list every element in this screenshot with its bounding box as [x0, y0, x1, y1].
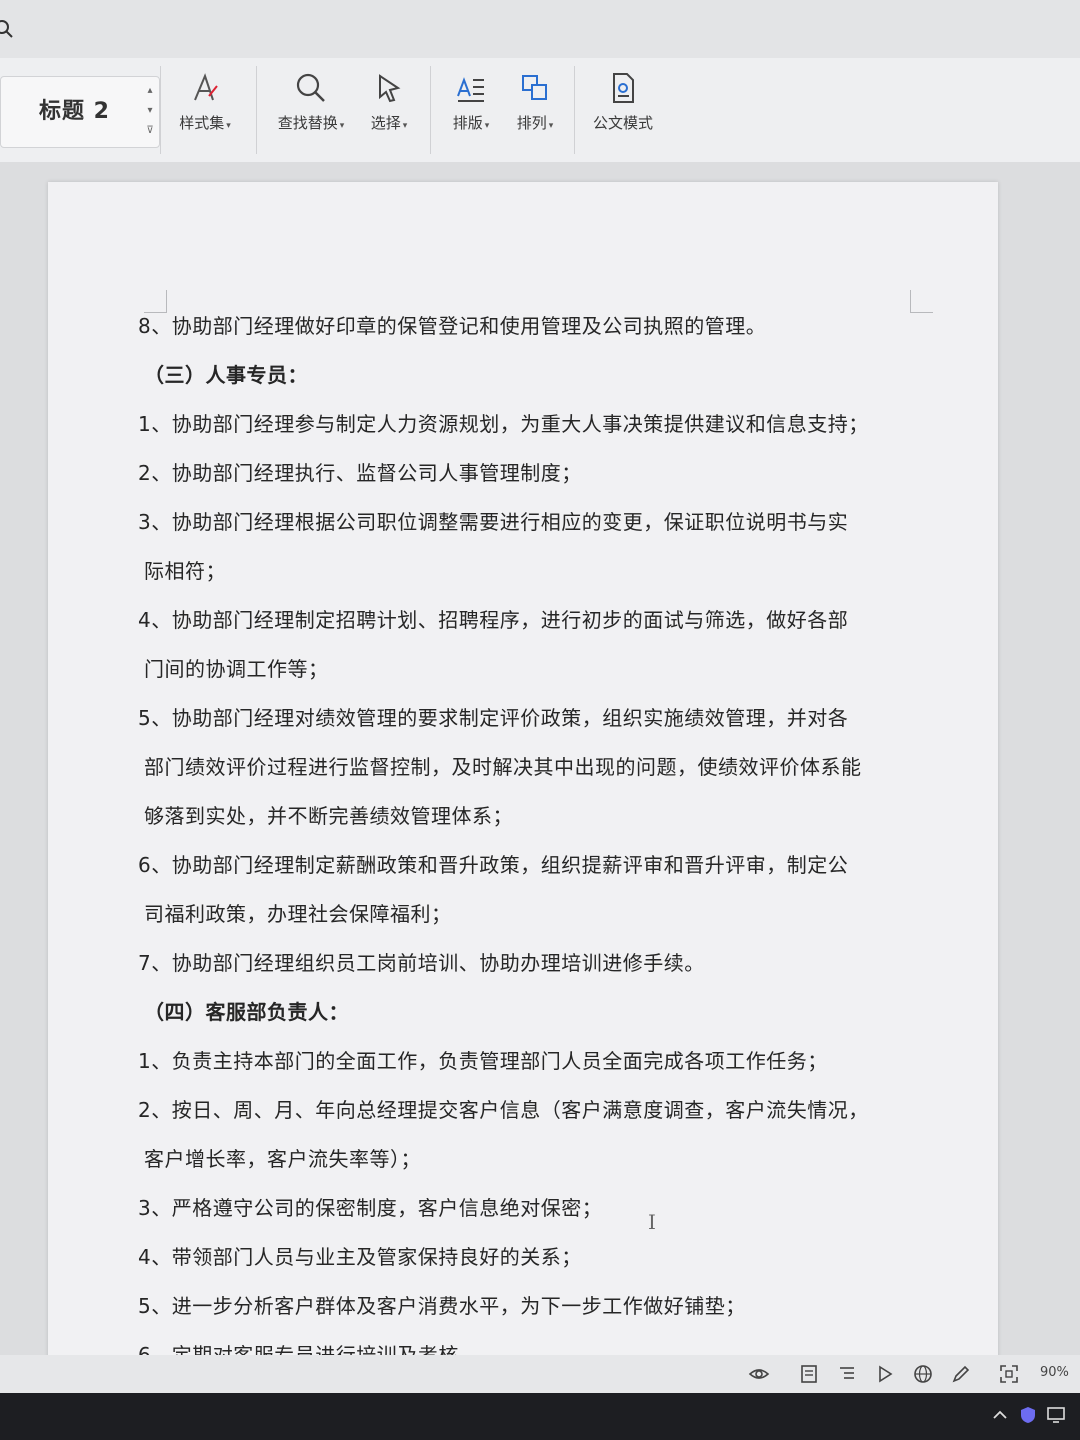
- style-set-icon: [194, 73, 218, 101]
- document-mode-icon: [613, 73, 634, 103]
- paragraph-line: 7、协助部门经理组织员工岗前培训、协助办理培训进修手续。: [138, 951, 705, 975]
- document-workspace: 8、协助部门经理做好印章的保管登记和使用管理及公司执照的管理。 （三）人事专员：…: [0, 162, 1080, 1382]
- os-taskbar: [0, 1393, 1080, 1440]
- paragraph-line: 5、进一步分析客户群体及客户消费水平，为下一步工作做好铺垫；: [138, 1294, 746, 1318]
- web-icon[interactable]: [912, 1363, 934, 1385]
- find-replace-button[interactable]: 查找替换 ▾: [270, 70, 352, 133]
- paragraph-line: 门间的协调工作等；: [144, 657, 329, 681]
- layout-button[interactable]: 排版 ▾: [444, 70, 498, 133]
- status-bar: 90%: [0, 1355, 1080, 1393]
- paragraph-line: 客户增长率，客户流失率等）；: [144, 1147, 421, 1171]
- section-heading: （四）客服部负责人：: [144, 1000, 349, 1024]
- monitor-icon[interactable]: [1046, 1405, 1066, 1425]
- paragraph-line: 8、协助部门经理做好印章的保管登记和使用管理及公司执照的管理。: [138, 314, 767, 338]
- fit-icon[interactable]: [998, 1363, 1020, 1385]
- style-set-label: 样式集: [179, 114, 225, 132]
- shield-icon[interactable]: [1018, 1405, 1038, 1425]
- title-strip: [0, 0, 1080, 58]
- chevron-up-icon[interactable]: [990, 1405, 1010, 1425]
- document-body[interactable]: 8、协助部门经理做好印章的保管登记和使用管理及公司执照的管理。 （三）人事专员：…: [138, 302, 928, 1380]
- style-gallery-scroll[interactable]: ▴ ▾ ⊽: [145, 81, 155, 143]
- paragraph-line: 3、协助部门经理根据公司职位调整需要进行相应的变更，保证职位说明书与实: [138, 510, 849, 534]
- select-cursor-icon: [379, 74, 401, 103]
- arrange-button[interactable]: 排列 ▾: [508, 70, 562, 133]
- paragraph-line: 2、协助部门经理执行、监督公司人事管理制度；: [138, 461, 582, 485]
- zoom-level[interactable]: 90%: [1040, 1365, 1069, 1380]
- paragraph-line: 5、协助部门经理对绩效管理的要求制定评价政策，组织实施绩效管理，并对各: [138, 706, 849, 730]
- search-icon[interactable]: [0, 18, 16, 40]
- layout-label: 排版: [452, 114, 483, 132]
- play-icon[interactable]: [874, 1363, 896, 1385]
- ribbon-divider: [430, 66, 431, 154]
- arrange-label: 排列: [516, 114, 547, 132]
- outline-icon[interactable]: [836, 1363, 858, 1385]
- ribbon-divider: [160, 66, 161, 154]
- find-replace-label: 查找替换: [277, 114, 338, 132]
- document-page[interactable]: 8、协助部门经理做好印章的保管登记和使用管理及公司执照的管理。 （三）人事专员：…: [48, 182, 998, 1382]
- paragraph-line: 际相符；: [144, 559, 226, 583]
- style-gallery[interactable]: 标题 2 ▴ ▾ ⊽: [0, 76, 160, 148]
- paragraph-line: 部门绩效评价过程进行监督控制，及时解决其中出现的问题，使绩效评价体系能: [144, 755, 862, 779]
- paragraph-line: 3、严格遵守公司的保密制度，客户信息绝对保密；: [138, 1196, 603, 1220]
- ibeam-cursor: I: [648, 1210, 656, 1234]
- section-heading: （三）人事专员：: [144, 363, 308, 387]
- paragraph-line: 1、负责主持本部门的全面工作，负责管理部门人员全面完成各项工作任务；: [138, 1049, 828, 1073]
- paragraph-line: 够落到实处，并不断完善绩效管理体系；: [144, 804, 513, 828]
- pen-icon[interactable]: [950, 1363, 972, 1385]
- select-button[interactable]: 选择 ▾: [362, 70, 416, 133]
- search-icon: [296, 73, 325, 102]
- paragraph-line: 司福利政策，办理社会保障福利；: [144, 902, 452, 926]
- arrange-icon: [522, 75, 547, 100]
- page-view-icon[interactable]: [798, 1363, 820, 1385]
- paragraph-line: 2、按日、周、月、年向总经理提交客户信息（客户满意度调查，客户流失情况，: [138, 1098, 869, 1122]
- current-style-name: 标题 2: [39, 99, 110, 124]
- document-mode-label: 公文模式: [592, 114, 653, 132]
- select-label: 选择: [370, 114, 401, 132]
- style-set-button[interactable]: 样式集 ▾: [172, 70, 238, 133]
- layout-icon: [457, 77, 484, 102]
- paragraph-line: 1、协助部门经理参与制定人力资源规划，为重大人事决策提供建议和信息支持；: [138, 412, 869, 436]
- eye-icon[interactable]: [748, 1363, 770, 1385]
- ribbon-divider: [574, 66, 575, 154]
- paragraph-line: 4、带领部门人员与业主及管家保持良好的关系；: [138, 1245, 582, 1269]
- ribbon-toolbar: 标题 2 ▴ ▾ ⊽ 样式集 ▾ 查找替换 ▾ 选择 ▾ 排版 ▾ 排列 ▾ 公…: [0, 58, 1080, 163]
- paragraph-line: 6、协助部门经理制定薪酬政策和晋升政策，组织提薪评审和晋升评审，制定公: [138, 853, 849, 877]
- ribbon-divider: [256, 66, 257, 154]
- document-mode-button[interactable]: 公文模式: [586, 70, 660, 133]
- paragraph-line: 4、协助部门经理制定招聘计划、招聘程序，进行初步的面试与筛选，做好各部: [138, 608, 849, 632]
